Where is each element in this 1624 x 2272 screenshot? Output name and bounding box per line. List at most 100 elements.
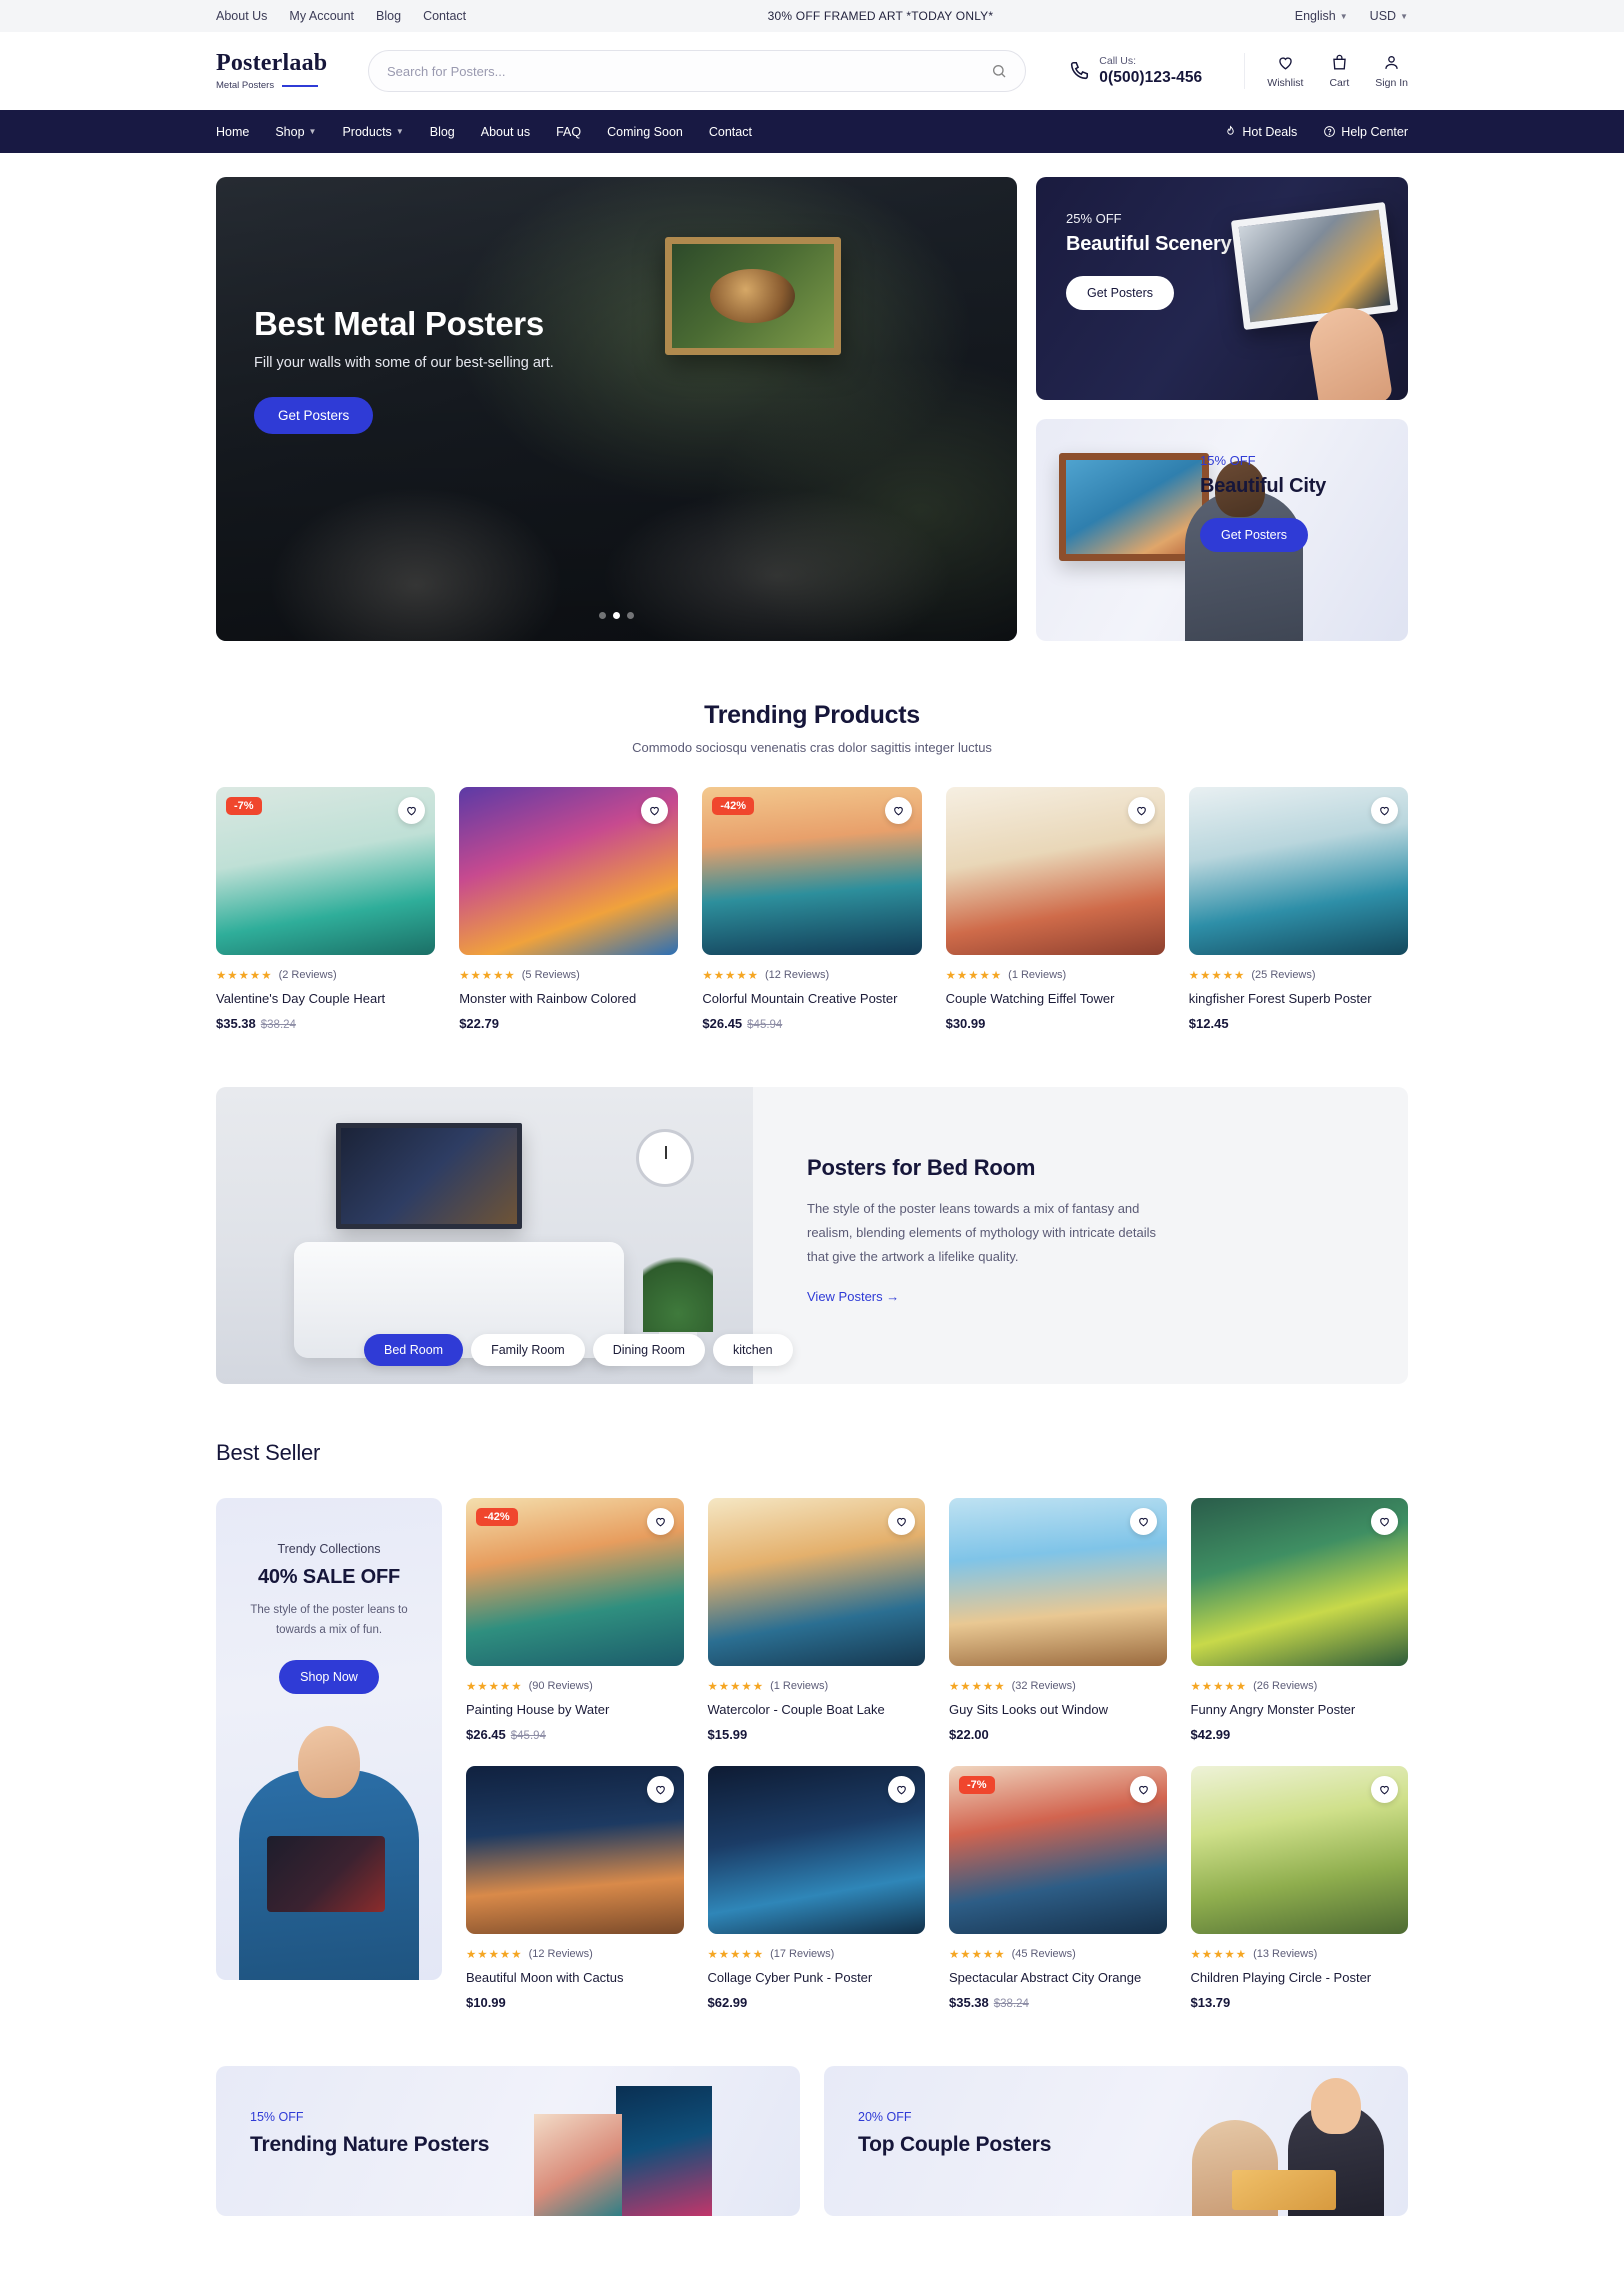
top-link-my-account[interactable]: My Account [289,9,354,23]
product-thumbnail[interactable]: -42% [466,1498,684,1666]
help-center-button[interactable]: Help Center [1323,125,1408,139]
product-card[interactable]: ★★★★★ (12 Reviews) Beautiful Moon with Cac… [466,1766,684,2010]
wishlist-icon-button[interactable] [888,1776,915,1803]
wishlist-icon-button[interactable] [1129,1776,1157,1803]
product-thumbnail[interactable] [466,1766,684,1934]
product-thumbnail[interactable]: -42% [702,787,922,955]
nav-item-shop[interactable]: Shop ▼ [275,125,316,139]
slider-dot-2[interactable] [613,612,620,619]
product-thumbnail[interactable] [1188,787,1408,955]
product-thumbnail[interactable] [945,787,1165,955]
search-bar[interactable] [368,50,1027,92]
product-thumbnail[interactable] [1190,1498,1408,1666]
product-thumbnail[interactable] [459,787,679,955]
wishlist-icon-button[interactable] [1129,1508,1157,1535]
nav-item-faq[interactable]: FAQ [556,125,581,139]
product-name[interactable]: Guy Sits Looks out Window [949,1702,1167,1717]
product-card[interactable]: ★★★★★ (25 Reviews) kingfisher Forest Super… [1188,787,1408,1031]
product-thumbnail[interactable]: -7% [216,787,436,955]
promo-card-scenery[interactable]: 25% OFF Beautiful Scenery Get Posters [1036,177,1408,400]
wishlist-icon-button[interactable] [884,797,912,824]
product-name[interactable]: Children Playing Circle - Poster [1191,1970,1409,1985]
star-icon: ★★★★★ [459,970,516,982]
room-tab-family-room[interactable]: Family Room [471,1334,585,1366]
wishlist-icon-button[interactable] [646,1776,674,1803]
top-link-blog[interactable]: Blog [376,9,401,23]
search-icon[interactable] [991,63,1007,79]
product-thumbnail[interactable] [1190,1766,1408,1934]
product-name[interactable]: Monster with Rainbow Colored [459,991,678,1006]
banner-trending-nature[interactable]: 15% OFF Trending Nature Posters [216,2066,800,2216]
product-name[interactable]: kingfisher Forest Superb Poster [1189,991,1408,1006]
product-card[interactable]: ★★★★★ (32 Reviews) Guy Sits Looks out Wind… [949,1498,1167,1742]
search-input[interactable] [387,63,992,79]
product-thumbnail[interactable] [707,1498,925,1666]
product-name[interactable]: Valentine's Day Couple Heart [216,991,435,1006]
wishlist-icon-button[interactable] [1371,1776,1398,1803]
sign-in-button[interactable]: Sign In [1375,53,1408,89]
call-us-block[interactable]: Call Us: 0(500)123-456 [1050,55,1220,87]
language-selector[interactable]: English ▼ [1295,9,1348,23]
product-card[interactable]: ★★★★★ (5 Reviews) Monster with Rainbow Col… [459,787,679,1031]
slider-dot-1[interactable] [599,612,606,619]
product-card[interactable]: ★★★★★ (13 Reviews) Children Playing Circle… [1190,1766,1409,2010]
currency-selector[interactable]: USD ▼ [1370,9,1408,23]
product-thumbnail[interactable]: -7% [949,1766,1167,1934]
room-tab-kitchen[interactable]: kitchen [712,1334,793,1366]
product-card[interactable]: ★★★★★ (26 Reviews) Funny Angry Monster Pos… [1190,1498,1409,1742]
product-thumbnail[interactable] [707,1766,925,1934]
product-card[interactable]: -42% ★★★★★ (12 Reviews) Colorful Mountain C… [702,787,922,1031]
product-name[interactable]: Painting House by Water [466,1702,684,1717]
nav-item-home[interactable]: Home [216,125,249,139]
phone-number[interactable]: 0(500)123-456 [1099,69,1202,87]
hot-deals-button[interactable]: Hot Deals [1224,125,1297,139]
nav-item-coming-soon[interactable]: Coming Soon [607,125,683,139]
nav-item-blog[interactable]: Blog [430,125,455,139]
wishlist-icon-button[interactable] [1371,1508,1398,1535]
cart-button[interactable]: Cart [1329,53,1349,89]
room-tab-bed-room[interactable]: Bed Room [364,1334,464,1366]
product-name[interactable]: Watercolor - Couple Boat Lake [708,1702,926,1717]
wishlist-icon-button[interactable] [641,797,669,824]
wishlist-icon-button[interactable] [398,797,426,824]
product-name[interactable]: Couple Watching Eiffel Tower [946,991,1165,1006]
product-card[interactable]: ★★★★★ (1 Reviews) Watercolor - Couple Boat… [707,1498,926,1742]
hero-slider[interactable]: Best Metal Posters Fill your walls with … [216,177,1017,641]
promo-scenery-cta[interactable]: Get Posters [1066,276,1174,310]
wishlist-button[interactable]: Wishlist [1267,53,1303,89]
wishlist-icon-button[interactable] [1127,797,1155,824]
room-tab-dining-room[interactable]: Dining Room [592,1334,705,1366]
hero-cta-button[interactable]: Get Posters [254,397,374,434]
slider-dot-3[interactable] [627,612,634,619]
promo-card-city[interactable]: 15% OFF Beautiful City Get Posters [1036,419,1408,641]
wishlist-icon-button[interactable] [1370,797,1398,824]
product-name[interactable]: Beautiful Moon with Cactus [466,1970,684,1985]
product-card[interactable]: -7% ★★★★★ (2 Reviews) Valentine's Day Coupl… [216,787,436,1031]
product-card[interactable]: -42% ★★★★★ (90 Reviews) Painting House by W… [466,1498,684,1742]
product-name[interactable]: Colorful Mountain Creative Poster [702,991,921,1006]
product-price: $22.79 [459,1016,678,1031]
top-link-about-us[interactable]: About Us [216,9,267,23]
room-title: Posters for Bed Room [807,1155,1036,1180]
nav-item-contact[interactable]: Contact [709,125,752,139]
product-name[interactable]: Spectacular Abstract City Orange [949,1970,1167,1985]
best-seller-promo-card[interactable]: Trendy Collections 40% SALE OFF The styl… [216,1498,442,1980]
price-current: $13.79 [1190,1995,1231,2010]
nav-item-products[interactable]: Products ▼ [342,125,403,139]
product-thumbnail[interactable] [949,1498,1167,1666]
product-card[interactable]: ★★★★★ (17 Reviews) Collage Cyber Punk - Po… [707,1766,926,2010]
promo-city-cta[interactable]: Get Posters [1200,518,1308,552]
shop-now-button[interactable]: Shop Now [279,1660,379,1695]
room-view-posters-link[interactable]: View Posters → [807,1289,899,1304]
product-card[interactable]: -7% ★★★★★ (45 Reviews) Spectacular Abstract… [949,1766,1167,2010]
product-card[interactable]: ★★★★★ (1 Reviews) Couple Watching Eiffel T… [945,787,1165,1031]
slider-dots[interactable] [216,612,1017,619]
product-name[interactable]: Collage Cyber Punk - Poster [708,1970,926,1985]
banner-top-couple[interactable]: 20% OFF Top Couple Posters [824,2066,1408,2216]
top-link-contact[interactable]: Contact [423,9,466,23]
wishlist-icon-button[interactable] [646,1508,674,1535]
wishlist-icon-button[interactable] [888,1508,915,1535]
product-name[interactable]: Funny Angry Monster Poster [1191,1702,1409,1717]
nav-item-about-us[interactable]: About us [481,125,530,139]
site-logo[interactable]: Posterlaab Metal Posters [216,51,344,91]
